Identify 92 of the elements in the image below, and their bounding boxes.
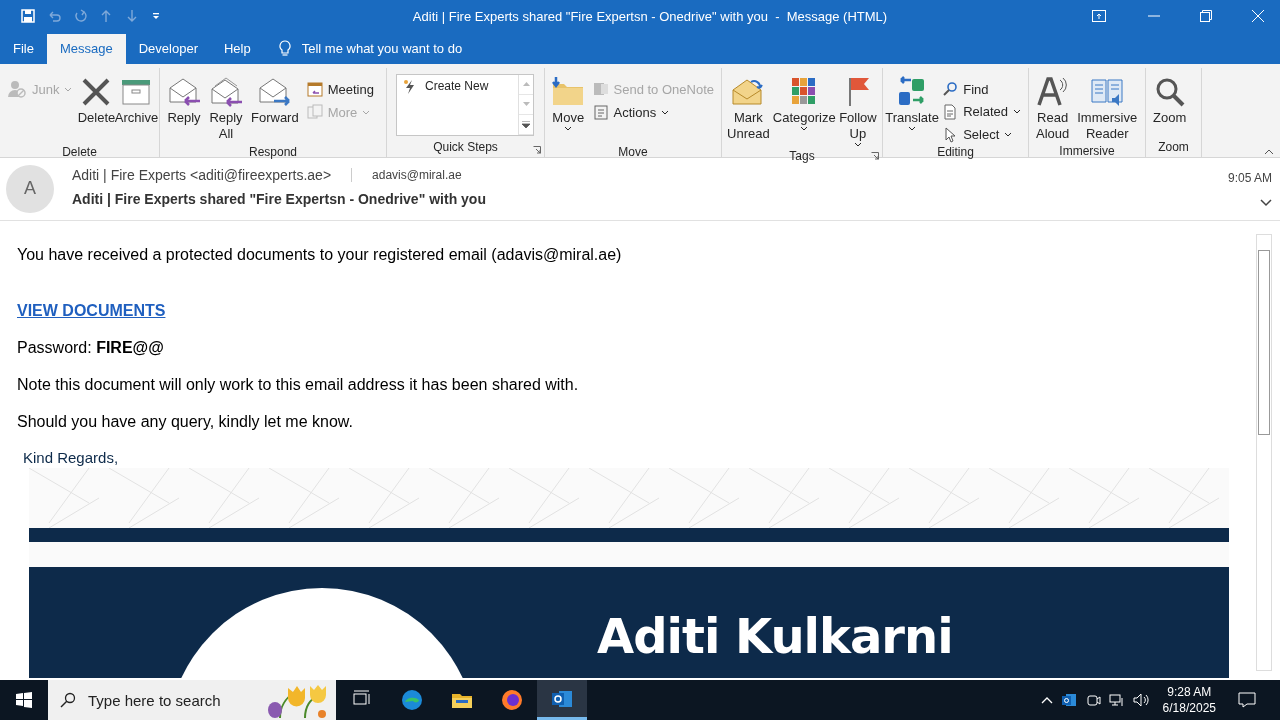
- chevron-down-icon: [1260, 198, 1272, 207]
- caret-up-icon: [522, 82, 530, 87]
- group-label: Quick Steps: [433, 140, 498, 155]
- ribbon-button[interactable]: Zoom: [1149, 71, 1191, 128]
- close-button[interactable]: [1252, 10, 1264, 23]
- message-subject: Aditi | Fire Experts shared "Fire Expertsn - Onedrive" with you: [72, 190, 487, 207]
- onenote-icon: [592, 81, 609, 98]
- calendar-icon: [306, 81, 323, 98]
- group-label: Zoom: [1158, 139, 1189, 154]
- launcher-icon: [871, 151, 879, 160]
- network-icon: [1108, 692, 1125, 708]
- person-icon: [7, 79, 27, 100]
- group-label: Editing: [937, 144, 974, 159]
- chat-bubble-icon: [1238, 692, 1256, 708]
- dialog-launcher-button[interactable]: [533, 145, 541, 154]
- sender-avatar: A: [6, 164, 54, 213]
- dialog-launcher-button[interactable]: [871, 151, 879, 160]
- ribbon-button[interactable]: Reply All: [205, 71, 247, 144]
- sender: Aditi | Fire Experts <aditi@fireexperts.ae>: [72, 166, 332, 183]
- recipient: adavis@miral.ae: [351, 167, 462, 182]
- volume-icon: [1132, 692, 1151, 708]
- expand-header-button[interactable]: [1260, 198, 1272, 207]
- body-text: Should you have any query, kindly let me know.: [17, 412, 354, 431]
- windows-icon: [16, 692, 32, 708]
- clock-time[interactable]: 9:28 AM: [1167, 684, 1212, 700]
- ribbon-tab[interactable]: File: [0, 33, 47, 64]
- ribbon-button[interactable]: Mark Unread: [725, 71, 772, 144]
- group-label: Respond: [248, 144, 297, 159]
- ribbon-button[interactable]: Categorize: [771, 71, 837, 133]
- taskbar-search-field[interactable]: Type here to search: [48, 680, 336, 720]
- caret-up-icon: [1264, 148, 1274, 155]
- ribbon-button[interactable]: Find: [938, 78, 1025, 100]
- restore-icon: [1200, 10, 1212, 23]
- scrollbar[interactable]: [1256, 233, 1272, 671]
- collapse-ribbon-button[interactable]: [1264, 148, 1274, 155]
- launcher-icon: [533, 145, 541, 154]
- lightning-icon: [403, 78, 417, 95]
- ribbon-display-icon: [1092, 10, 1106, 23]
- clock-date[interactable]: 6/18/2025: [1162, 700, 1216, 716]
- body-text: Password: FIRE@@: [17, 338, 165, 357]
- ribbon-button[interactable]: Reply: [163, 71, 205, 128]
- ribbon-button[interactable]: Forward: [247, 71, 303, 128]
- close-icon: [1252, 10, 1264, 23]
- tell-me-field[interactable]: Tell me what you want to do: [277, 33, 463, 64]
- chevron-up-icon: [1040, 696, 1053, 704]
- save-icon: [20, 8, 36, 25]
- ribbon-button[interactable]: Read Aloud: [1032, 71, 1074, 144]
- ribbon-button[interactable]: Delete: [76, 71, 117, 128]
- ribbon-button[interactable]: Actions: [588, 101, 718, 123]
- ribbon-tab[interactable]: Developer: [125, 33, 211, 64]
- received-time: 9:05 AM: [1227, 170, 1272, 185]
- notifications-button[interactable]: [1238, 692, 1256, 708]
- reply-all-icon: [209, 75, 243, 108]
- ribbon-button[interactable]: Move: [548, 71, 589, 133]
- signature-name: Aditi Kulkarni: [597, 607, 953, 664]
- taskbar-app-button[interactable]: [537, 680, 587, 720]
- lightbulb-icon: [277, 39, 292, 58]
- group-label: Immersive: [1059, 143, 1115, 158]
- search-icon: [60, 692, 76, 708]
- group-label: Tags: [789, 148, 815, 163]
- actions-icon: [592, 104, 609, 121]
- ribbon-button[interactable]: Follow Up: [836, 71, 879, 149]
- meet-icon: [1084, 692, 1101, 708]
- document-icon: [942, 103, 959, 120]
- ribbon-button[interactable]: Archive: [116, 71, 157, 128]
- body-text: You have received a protected documents to your registered email (adavis@miral.ae): [17, 245, 623, 264]
- ribbon-tab[interactable]: Help: [210, 33, 264, 64]
- closing-text: Kind Regards,: [23, 449, 120, 466]
- folder-icon: [551, 75, 586, 108]
- ribbon-button[interactable]: Translate: [886, 71, 939, 133]
- ribbon-button[interactable]: Select: [938, 124, 1025, 145]
- body-text: Note this document will only work to this email address it has been shared with.: [17, 375, 580, 394]
- outlook-tray-icon: [1060, 692, 1077, 708]
- edge-icon: [401, 689, 423, 711]
- redo-icon: [72, 8, 88, 25]
- group-label: Move: [618, 144, 648, 159]
- ribbon-button[interactable]: Related: [938, 101, 1025, 123]
- ribbon-tab[interactable]: Message: [46, 33, 126, 64]
- caret-icon: [522, 102, 530, 107]
- show-hidden-icons-button[interactable]: [1040, 696, 1053, 704]
- ribbon-button[interactable]: Immersive Reader: [1073, 71, 1142, 144]
- expand-icon: [522, 120, 530, 128]
- more-icon: [306, 104, 323, 121]
- speech-wave-icon: [1036, 75, 1069, 108]
- search-icon: [942, 81, 959, 98]
- quick-step-item[interactable]: Create New: [397, 74, 518, 95]
- window-title: Aditi | Fire Experts shared "Fire Expertsn - Onedrive" with you - Message (HTML): [411, 8, 889, 24]
- group-label: Delete: [62, 144, 97, 159]
- restore-button[interactable]: [1200, 10, 1212, 23]
- view-documents-link[interactable]: VIEW DOCUMENTS: [17, 301, 166, 319]
- firefox-icon: [501, 689, 523, 711]
- ribbon-button[interactable]: Meeting: [302, 78, 378, 100]
